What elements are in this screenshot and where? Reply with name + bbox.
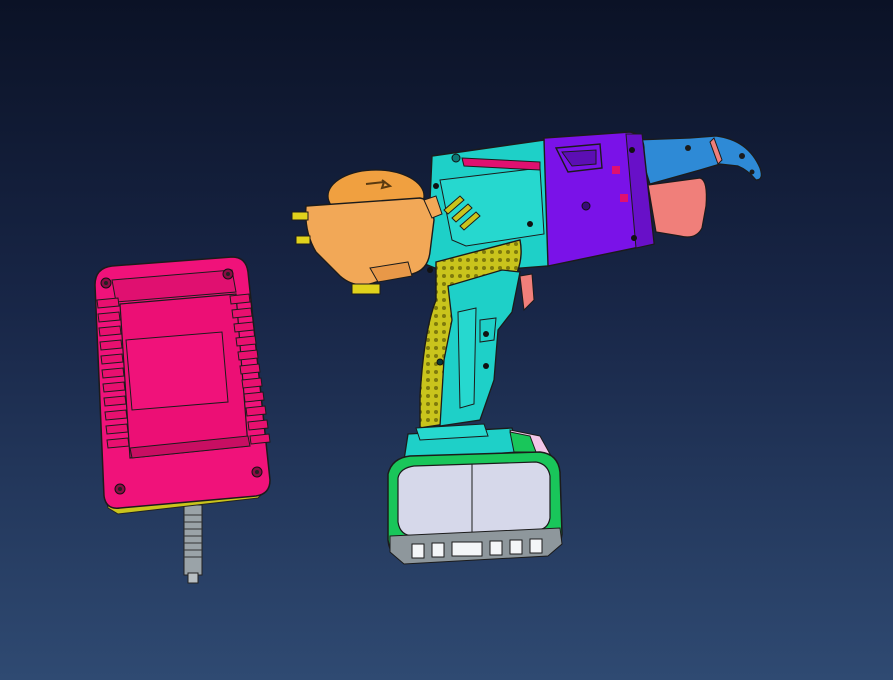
battery-face bbox=[397, 461, 551, 537]
assembly-drawing bbox=[94, 131, 762, 584]
wire-drum-cover bbox=[305, 197, 435, 286]
rebar-tying-tool[interactable] bbox=[291, 131, 762, 565]
trigger bbox=[519, 273, 535, 312]
3d-model-viewport[interactable] bbox=[0, 0, 893, 680]
charger-cable bbox=[183, 504, 203, 584]
charger[interactable] bbox=[94, 256, 271, 584]
lower-jaw bbox=[647, 177, 707, 238]
nose-guide bbox=[635, 135, 762, 185]
